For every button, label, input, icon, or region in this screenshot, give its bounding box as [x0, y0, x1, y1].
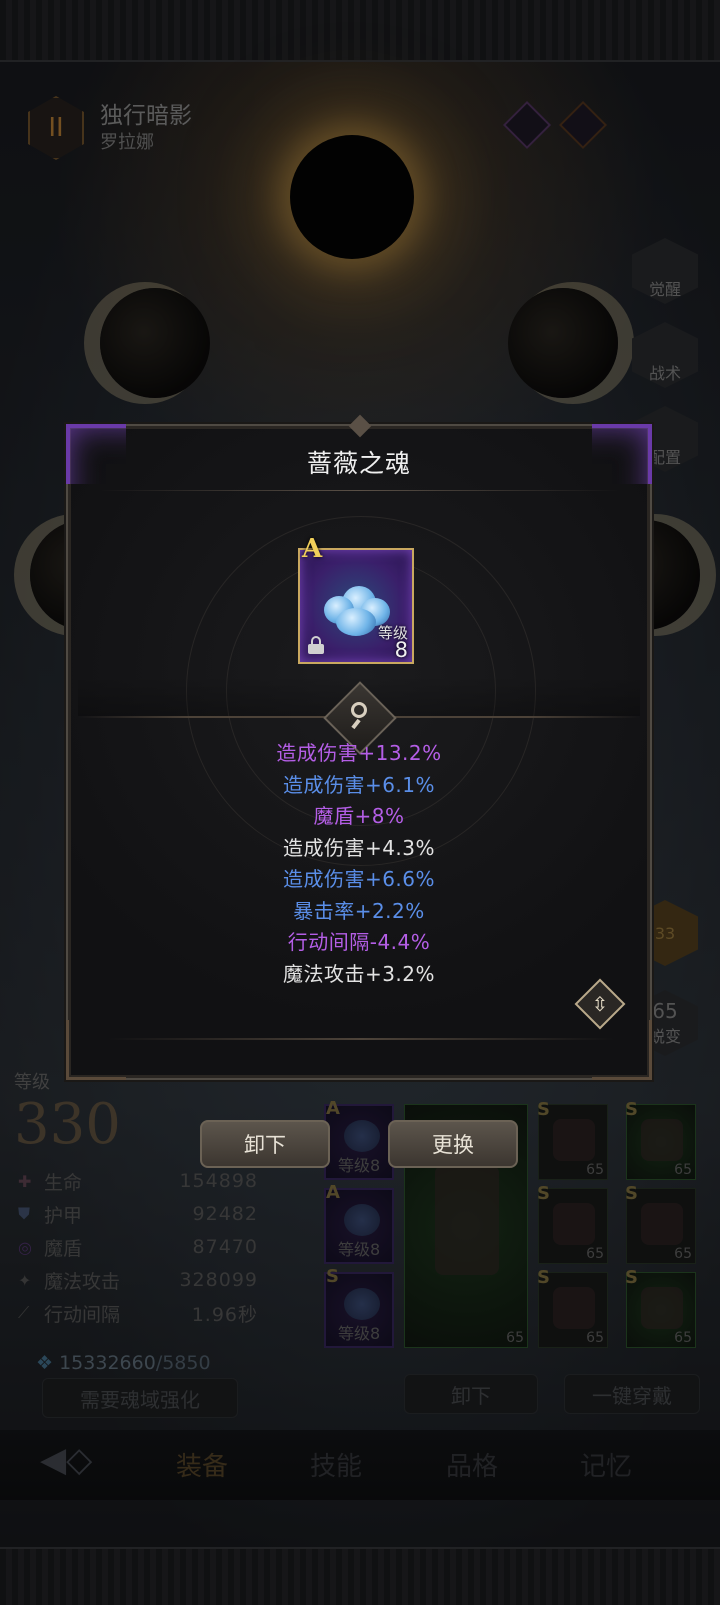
- attribute-line: 造成伤害+13.2%: [276, 741, 442, 765]
- magnify-icon: [342, 696, 378, 736]
- attribute-list: 造成伤害+13.2% 造成伤害+6.1% 魔盾+8% 造成伤害+4.3% 造成伤…: [68, 738, 650, 990]
- attribute-line: 行动间隔-4.4%: [287, 930, 431, 954]
- attribute-line: 暴击率+2.2%: [293, 898, 425, 923]
- soul-detail-modal: 蔷薇之魂 A 等级 8 造成伤害+13.2% 造成伤害+6.1% 魔盾+8% 造…: [66, 414, 652, 1080]
- attribute-line: 造成伤害+6.6%: [282, 867, 436, 891]
- item-level-value: 8: [394, 638, 408, 662]
- item-rank: A: [302, 534, 323, 564]
- lock-icon[interactable]: [308, 636, 324, 654]
- attribute-line: 魔盾+8%: [313, 804, 405, 828]
- rose-soul-item[interactable]: A 等级 8: [298, 534, 414, 664]
- modal-title: 蔷薇之魂: [306, 449, 411, 478]
- collapse-arrows-icon: ⇳: [591, 992, 609, 1016]
- attribute-line: 魔法攻击+3.2%: [282, 961, 436, 986]
- attribute-line: 造成伤害+4.3%: [282, 835, 436, 860]
- attribute-line: 造成伤害+6.1%: [282, 772, 436, 797]
- unequip-button[interactable]: 卸下: [200, 1120, 330, 1168]
- replace-button[interactable]: 更换: [388, 1120, 518, 1168]
